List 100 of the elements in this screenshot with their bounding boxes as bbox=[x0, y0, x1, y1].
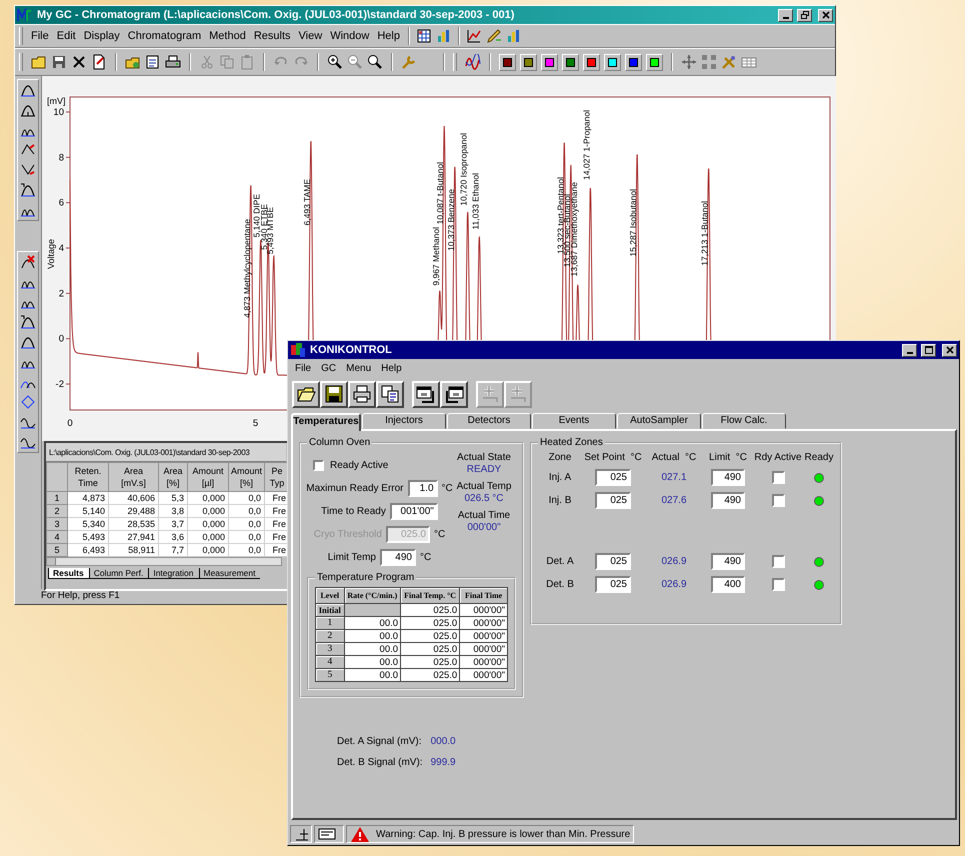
tab[interactable]: Injectors bbox=[362, 413, 446, 429]
table-cell[interactable]: 000'00" bbox=[460, 630, 508, 642]
peak-tool-icon[interactable] bbox=[20, 182, 36, 198]
peak-delete-icon[interactable] bbox=[20, 254, 36, 270]
menu-item[interactable]: Chromatogram bbox=[124, 28, 206, 44]
delete-icon[interactable] bbox=[71, 54, 87, 70]
input-field[interactable]: 025 bbox=[595, 469, 631, 486]
zoom-in-icon[interactable] bbox=[327, 54, 343, 70]
save-icon[interactable] bbox=[51, 54, 67, 70]
close-button[interactable] bbox=[942, 344, 957, 356]
grid-icon[interactable] bbox=[416, 28, 432, 44]
tab[interactable]: Events bbox=[532, 413, 616, 429]
menu-item[interactable]: GC bbox=[316, 362, 342, 374]
menu-item[interactable]: Help bbox=[373, 28, 404, 44]
table-cell[interactable]: 025.0 bbox=[400, 656, 460, 668]
input-field[interactable]: 1.0 bbox=[408, 480, 438, 496]
input-field[interactable]: 490 bbox=[711, 492, 745, 509]
input-field[interactable]: 001'00" bbox=[390, 502, 438, 520]
menu-item[interactable]: Results bbox=[250, 28, 295, 44]
checkbox[interactable] bbox=[772, 471, 784, 484]
peak-label: 10,087 t-Butanol bbox=[435, 162, 446, 224]
unit-label: °C bbox=[434, 528, 446, 540]
open-folder-icon[interactable] bbox=[31, 54, 47, 70]
table-cell[interactable]: 00.0 bbox=[344, 616, 401, 630]
input-field[interactable]: 025 bbox=[595, 492, 631, 509]
table-cell[interactable]: 025.0 bbox=[400, 668, 460, 682]
pane-icon[interactable] bbox=[294, 826, 310, 842]
checkbox[interactable] bbox=[313, 460, 324, 470]
table-cell[interactable]: 000'00" bbox=[460, 616, 508, 630]
table-cell[interactable]: 000'00" bbox=[460, 604, 508, 616]
table-cell[interactable]: 000'00" bbox=[460, 656, 508, 668]
table-cell: 0,000 bbox=[188, 530, 228, 544]
waveform-icon[interactable] bbox=[465, 54, 481, 70]
trace-color-button[interactable] bbox=[625, 54, 642, 70]
menu-item[interactable]: View bbox=[294, 28, 326, 44]
input-field[interactable]: 490 bbox=[711, 553, 745, 570]
menu-item[interactable]: Window bbox=[326, 28, 374, 44]
table-cell[interactable]: 025.0 bbox=[400, 616, 460, 630]
menu-item[interactable]: File bbox=[27, 28, 53, 44]
peak-tool-icon[interactable] bbox=[20, 314, 36, 330]
tools-icon[interactable] bbox=[721, 54, 737, 70]
menu-item[interactable]: Method bbox=[205, 28, 250, 44]
restore-button[interactable] bbox=[797, 8, 812, 22]
tab[interactable]: Detectors bbox=[447, 413, 531, 429]
trace-color-button[interactable] bbox=[499, 54, 516, 70]
trace-color-button[interactable] bbox=[562, 54, 579, 70]
table-cell[interactable]: 000'00" bbox=[460, 642, 508, 656]
minimize-button[interactable] bbox=[778, 8, 793, 22]
pane-icon[interactable] bbox=[318, 826, 336, 842]
table-cell[interactable]: 00.0 bbox=[344, 630, 401, 642]
move-icon[interactable] bbox=[681, 54, 697, 70]
table-cell[interactable]: 00.0 bbox=[344, 656, 401, 668]
maximize-button[interactable] bbox=[921, 344, 936, 356]
input-field[interactable]: 400 bbox=[711, 576, 745, 593]
input-field[interactable]: 490 bbox=[380, 548, 416, 566]
document-icon[interactable] bbox=[91, 54, 107, 70]
results-tab[interactable]: Results bbox=[48, 568, 89, 579]
toolbar-button[interactable] bbox=[440, 380, 468, 408]
table-cell[interactable]: 025.0 bbox=[400, 604, 460, 616]
print-icon[interactable] bbox=[165, 54, 181, 70]
trace-color-button[interactable] bbox=[646, 54, 663, 70]
table-cell[interactable]: 025.0 bbox=[400, 642, 460, 656]
table-cell[interactable]: 00.0 bbox=[344, 668, 401, 682]
table-cell[interactable]: 025.0 bbox=[400, 630, 460, 642]
toolbar-button[interactable] bbox=[320, 380, 348, 408]
trace-color-button[interactable] bbox=[583, 54, 600, 70]
toolbar-button[interactable] bbox=[348, 380, 376, 408]
edit-icon[interactable] bbox=[486, 28, 502, 44]
toolbar-button[interactable] bbox=[376, 380, 404, 408]
report-icon[interactable] bbox=[145, 54, 161, 70]
bars-icon[interactable] bbox=[506, 28, 522, 44]
input-field[interactable]: 490 bbox=[711, 469, 745, 486]
input-field[interactable]: 025 bbox=[595, 553, 631, 570]
chart-icon[interactable] bbox=[466, 28, 482, 44]
results-tab[interactable]: Measurement bbox=[198, 568, 260, 579]
checkbox[interactable] bbox=[772, 494, 784, 507]
trace-color-button[interactable] bbox=[541, 54, 558, 70]
checkbox[interactable] bbox=[772, 578, 784, 591]
results-tab[interactable]: Column Perf. bbox=[88, 568, 148, 579]
tab[interactable]: AutoSampler bbox=[617, 413, 701, 429]
menu-item[interactable]: Edit bbox=[52, 28, 80, 44]
menu-item[interactable]: File bbox=[290, 362, 316, 374]
minimize-button[interactable] bbox=[902, 344, 917, 356]
menu-item[interactable]: Display bbox=[80, 28, 124, 44]
menu-item[interactable]: Menu bbox=[341, 362, 376, 374]
tab[interactable]: Temperatures bbox=[291, 413, 361, 431]
zoom-icon[interactable] bbox=[367, 54, 383, 70]
trace-color-button[interactable] bbox=[520, 54, 537, 70]
input-field[interactable]: 025 bbox=[595, 576, 631, 593]
toolbar-button[interactable] bbox=[412, 380, 440, 408]
tab[interactable]: Flow Calc. bbox=[702, 413, 786, 429]
table-cell[interactable]: 00.0 bbox=[344, 642, 401, 656]
horizontal-scrollbar[interactable] bbox=[46, 557, 282, 566]
trace-color-button[interactable] bbox=[604, 54, 621, 70]
menu-item[interactable]: Help bbox=[376, 362, 407, 374]
results-tab[interactable]: Integration bbox=[148, 568, 198, 579]
table-cell[interactable]: 000'00" bbox=[460, 668, 508, 682]
checkbox[interactable] bbox=[772, 555, 784, 568]
toolbar-button[interactable] bbox=[292, 380, 320, 408]
close-button[interactable] bbox=[818, 8, 833, 22]
